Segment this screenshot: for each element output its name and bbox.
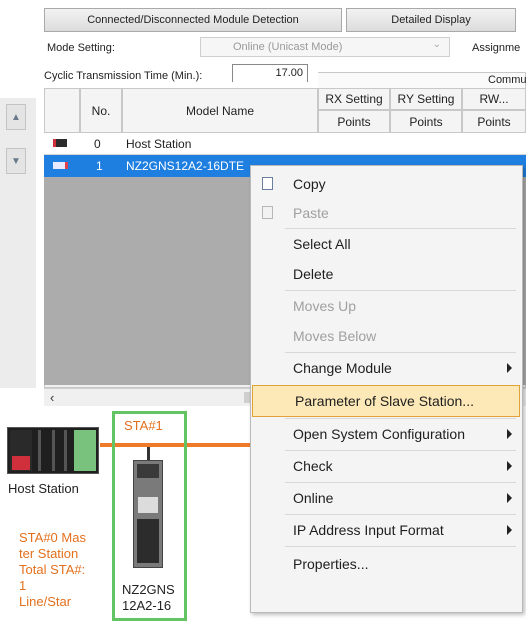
menu-item-properties[interactable]: Properties...: [251, 548, 522, 580]
communication-header: Commun: [318, 72, 526, 88]
col-rx-header: RX Setting: [318, 88, 390, 110]
scroll-left-icon[interactable]: ‹: [50, 390, 54, 405]
host-station-label: Host Station: [8, 481, 79, 496]
menu-item-label: Copy: [293, 176, 326, 192]
menu-item-label: Moves Below: [293, 328, 377, 344]
menu-item-paste[interactable]: Paste: [251, 197, 522, 229]
slot-divider: [38, 430, 41, 471]
menu-item-ip-address-format[interactable]: IP Address Input Format: [251, 514, 522, 546]
assignment-label: Assignme: [472, 42, 521, 54]
module-top-block: [137, 464, 159, 478]
table-row[interactable]: 0 Host Station: [44, 133, 526, 155]
triangle-down-icon: ▼: [11, 155, 21, 167]
sta0-line: ter Station: [19, 546, 79, 561]
communication-label: Commun: [488, 74, 526, 86]
menu-item-label: Change Module: [293, 360, 392, 376]
menu-item-delete[interactable]: Delete: [251, 258, 522, 290]
submenu-arrow-icon: [507, 525, 512, 535]
cpu-red-indicator: [12, 456, 30, 470]
sta0-line: STA#0 Mas: [19, 530, 86, 545]
row-no: 1: [96, 159, 103, 173]
menu-item-label: Delete: [293, 266, 334, 282]
slot-divider: [52, 430, 55, 471]
chevron-down-icon: ⌄: [432, 39, 441, 50]
menu-item-label: IP Address Input Format: [293, 522, 444, 538]
sta1-label: STA#1: [124, 418, 163, 433]
detailed-display-button[interactable]: Detailed Display: [346, 8, 516, 32]
menu-item-check[interactable]: Check: [251, 450, 522, 482]
mode-setting-select[interactable]: Online (Unicast Mode) ⌄: [200, 37, 450, 57]
submenu-arrow-icon: [507, 429, 512, 439]
paste-icon: [262, 206, 273, 219]
menu-item-copy[interactable]: Copy: [251, 168, 522, 200]
move-down-side-button[interactable]: ▼: [6, 148, 26, 174]
slot-divider: [64, 430, 67, 471]
submenu-arrow-icon: [507, 363, 512, 373]
menu-separator: [285, 546, 516, 547]
menu-item-label: Open System Configuration: [293, 426, 465, 442]
ry-points-subheader: Points: [390, 110, 462, 133]
detect-button[interactable]: Connected/Disconnected Module Detection: [44, 8, 342, 32]
module-name-line1: NZ2GNS: [122, 582, 175, 597]
menu-item-label: Parameter of Slave Station...: [295, 393, 474, 409]
rw-points-subheader: Points: [462, 110, 526, 133]
menu-item-select-all[interactable]: Select All: [251, 228, 522, 260]
rx-points-subheader: Points: [318, 110, 390, 133]
topology-line: Line/Star: [19, 594, 72, 609]
module-terminal: [137, 519, 159, 563]
host-station-graphic[interactable]: [7, 427, 99, 474]
row-model: NZ2GNS12A2-16DTE: [126, 159, 245, 173]
mode-setting-value: Online (Unicast Mode): [233, 41, 343, 53]
module-display: [138, 497, 158, 513]
menu-item-moves-below[interactable]: Moves Below: [251, 320, 522, 352]
move-up-side-button[interactable]: ▲: [6, 104, 26, 130]
side-toolbar: [0, 98, 36, 388]
col-rw-header: RW...: [462, 88, 526, 110]
menu-item-moves-up[interactable]: Moves Up: [251, 290, 522, 322]
cyclic-time-field[interactable]: 17.00: [232, 64, 308, 82]
slave-module-icon: [53, 162, 68, 169]
col-icon-header: [44, 88, 80, 133]
menu-item-open-system-config[interactable]: Open System Configuration: [251, 418, 522, 450]
menu-item-parameter-slave[interactable]: Parameter of Slave Station...: [252, 385, 520, 417]
col-model-header: Model Name: [122, 88, 318, 133]
slave-module-graphic[interactable]: [133, 460, 163, 568]
cyclic-time-label: Cyclic Transmission Time (Min.):: [44, 70, 203, 82]
menu-item-change-module[interactable]: Change Module: [251, 352, 522, 384]
master-station-info: STA#0 Mas ter Station Total STA#: 1 Line…: [19, 530, 86, 610]
submenu-arrow-icon: [507, 461, 512, 471]
host-station-icon: [53, 139, 67, 147]
mode-setting-label: Mode Setting:: [47, 42, 115, 54]
menu-item-label: Check: [293, 458, 333, 474]
menu-item-label: Paste: [293, 205, 329, 221]
menu-item-label: Online: [293, 490, 334, 506]
copy-icon: [262, 177, 273, 190]
menu-item-label: Properties...: [293, 556, 369, 572]
menu-item-label: Moves Up: [293, 298, 357, 314]
col-no-header: No.: [80, 88, 122, 133]
io-green-module: [74, 430, 96, 471]
row-model: Host Station: [126, 137, 192, 151]
cyclic-time-value: 17.00: [275, 67, 303, 79]
total-sta-line: Total STA#:: [19, 562, 86, 577]
col-ry-header: RY Setting: [390, 88, 462, 110]
submenu-arrow-icon: [507, 493, 512, 503]
menu-item-label: Select All: [293, 236, 351, 252]
module-name-line2: 12A2-16: [122, 598, 172, 613]
cable-drop: [147, 447, 150, 461]
context-menu: Copy Paste Select All Delete Moves Up Mo…: [250, 165, 523, 613]
triangle-up-icon: ▲: [11, 111, 21, 123]
total-sta-value: 1: [19, 578, 27, 593]
menu-item-online[interactable]: Online: [251, 482, 522, 514]
row-no: 0: [94, 137, 101, 151]
